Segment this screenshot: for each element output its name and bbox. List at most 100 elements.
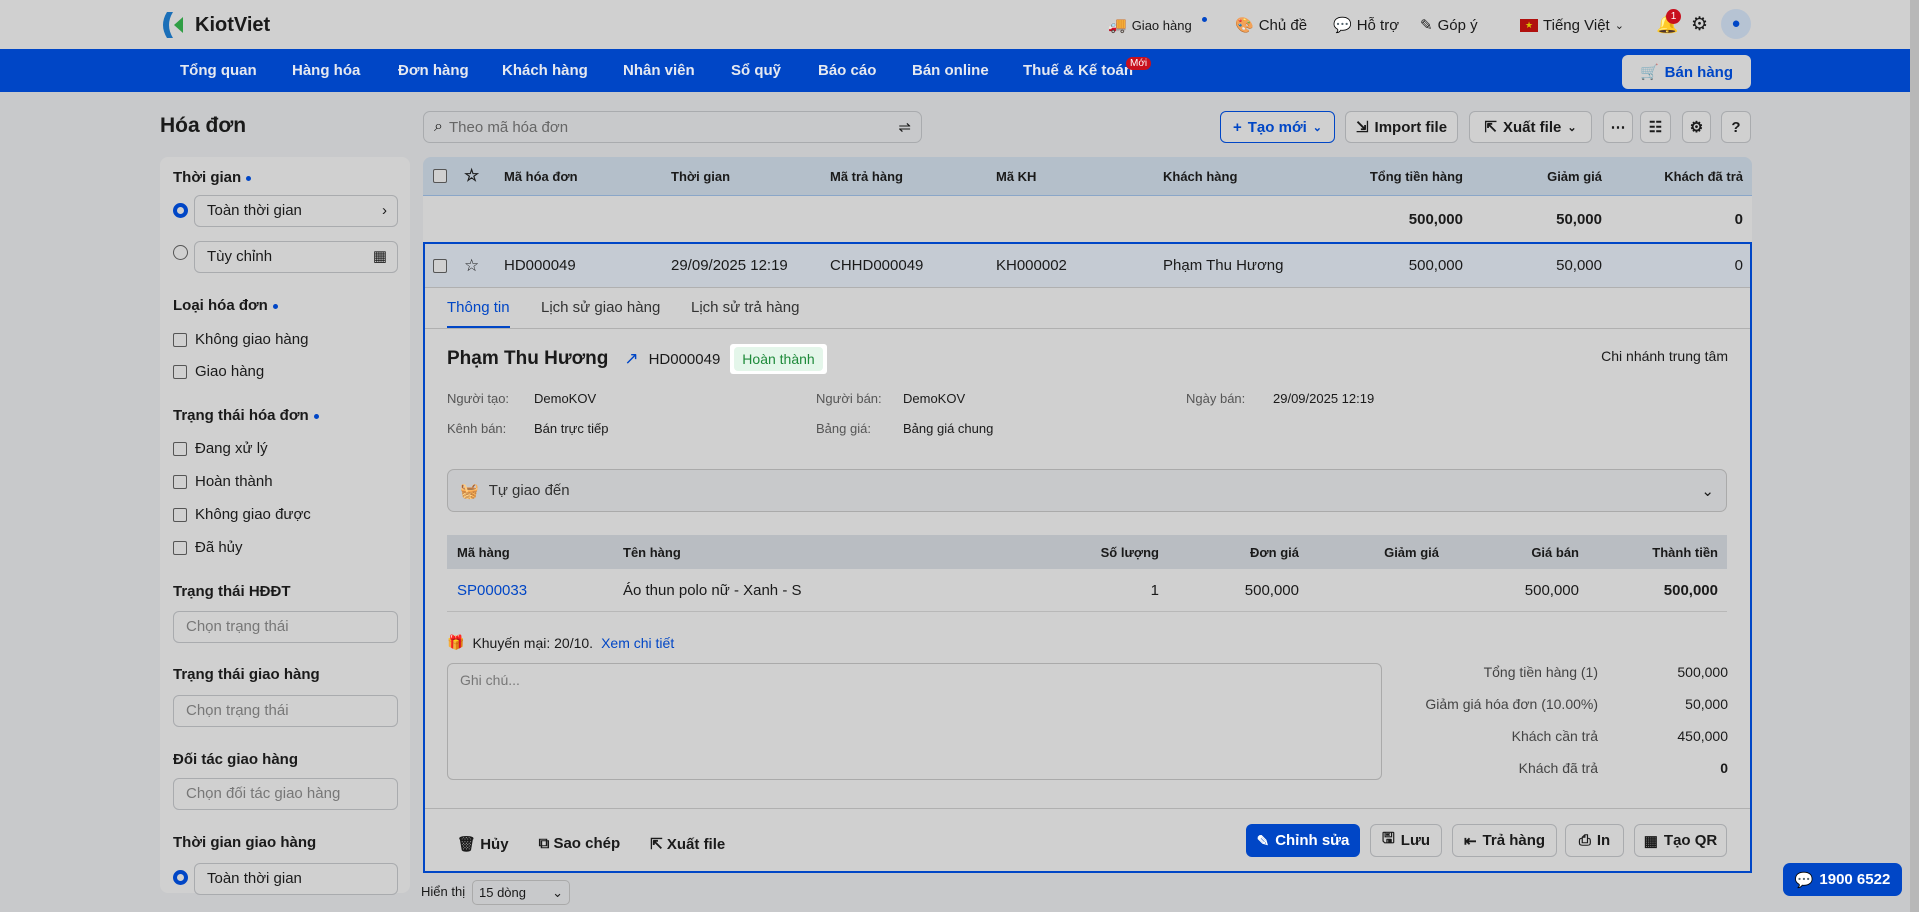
help-button[interactable]: ? — [1721, 111, 1751, 143]
item-row: SP000033 Áo thun polo nữ - Xanh - S 1 50… — [447, 569, 1727, 612]
search-input[interactable]: ⌕ Theo mã hóa đơn ⇌ — [423, 111, 922, 143]
cancel-invoice-button[interactable]: 🗑 Hủy — [457, 835, 509, 853]
item-total: 500,000 — [1663, 581, 1718, 599]
customer-name[interactable]: Phạm Thu Hương — [447, 348, 608, 370]
printer-icon: ⎙ — [1578, 832, 1591, 849]
export-invoice-button[interactable]: ⇱ Xuất file — [650, 835, 725, 853]
settings-button[interactable]: ⚙ — [1682, 111, 1711, 143]
table-row[interactable]: ☆ HD000049 29/09/2025 12:19 CHHD000049 K… — [425, 244, 1750, 288]
item-code-link[interactable]: SP000033 — [457, 569, 527, 611]
sale-date-label: Ngày bán: — [1186, 391, 1246, 406]
sell-button[interactable]: 🛒 Bán hàng — [1622, 55, 1751, 89]
more-button[interactable]: ⋯ — [1603, 111, 1633, 143]
filter-partner-title: Đối tác giao hàng — [173, 751, 299, 768]
feedback-link[interactable]: ✎ Góp ý — [1420, 14, 1478, 36]
pricebook-value: Bảng giá chung — [903, 421, 994, 436]
note-textarea[interactable]: Ghi chú... — [447, 663, 1382, 780]
search-icon: ⌕ — [434, 118, 443, 135]
delivery-link[interactable]: 🚚 Giao hàng — [1108, 14, 1207, 36]
item-qty: 1 — [1150, 581, 1159, 599]
nav-orders[interactable]: Đơn hàng — [398, 49, 469, 92]
nav-online[interactable]: Bán online — [912, 49, 989, 92]
radio-custom[interactable] — [173, 245, 188, 260]
select-all-checkbox[interactable] — [433, 169, 447, 183]
page-scrollbar[interactable] — [1910, 0, 1919, 912]
col-code[interactable]: Mã hóa đơn — [504, 157, 578, 195]
checkbox-failed[interactable]: Không giao được — [173, 506, 311, 523]
nav-reports[interactable]: Báo cáo — [818, 49, 876, 92]
edit-button[interactable]: ✎ Chỉnh sửa — [1246, 824, 1360, 857]
tab-delivery-history[interactable]: Lịch sử giao hàng — [541, 299, 660, 316]
checkbox-delivery[interactable]: Giao hàng — [173, 363, 264, 380]
tab-return-history[interactable]: Lịch sử trả hàng — [691, 299, 799, 316]
delivery-partner-select[interactable]: Chọn đối tác giao hàng — [173, 778, 398, 810]
notifications-button[interactable]: 🔔 1 — [1656, 9, 1681, 35]
star-icon[interactable]: ☆ — [464, 244, 479, 287]
pricebook-label: Bảng giá: — [816, 421, 871, 436]
col-return-code[interactable]: Mã trả hàng — [830, 157, 903, 195]
external-link-icon[interactable]: ↗ — [624, 349, 638, 369]
status-badge: Hoàn thành — [734, 347, 823, 371]
checkbox-no-delivery[interactable]: Không giao hàng — [173, 331, 308, 348]
nav-staff[interactable]: Nhân viên — [623, 49, 695, 92]
einvoice-status-select[interactable]: Chọn trạng thái — [173, 611, 398, 643]
hotline-button[interactable]: 💬 1900 6522 — [1783, 863, 1902, 896]
calendar-icon: ▦ — [372, 248, 387, 265]
columns-button[interactable]: ☷ — [1640, 111, 1671, 143]
nav-tax[interactable]: Thuế & Kế toán — [1023, 49, 1133, 92]
time-all-select[interactable]: Toàn thời gian › — [194, 195, 398, 227]
gear-icon[interactable]: ⚙ — [1691, 13, 1708, 36]
theme-link[interactable]: 🎨 Chủ đề — [1235, 14, 1307, 36]
nav-customers[interactable]: Khách hàng — [502, 49, 588, 92]
create-qr-button[interactable]: ▦ Tạo QR — [1634, 824, 1727, 857]
save-button[interactable]: 🖫 Lưu — [1370, 824, 1442, 857]
radio-delivery-all-time[interactable] — [173, 870, 188, 885]
language-select[interactable]: ★ Tiếng Việt ⌄ — [1520, 14, 1624, 36]
nav-products[interactable]: Hàng hóa — [292, 49, 360, 92]
print-button[interactable]: ⎙ In — [1565, 824, 1624, 857]
filter-delivery-time-title: Thời gian giao hàng — [173, 834, 317, 851]
feedback-icon: ✎ — [1420, 17, 1433, 34]
col-time[interactable]: Thời gian — [671, 157, 730, 195]
export-icon: ⇱ — [1484, 119, 1497, 136]
time-custom-select[interactable]: Tùy chỉnh ▦ — [194, 241, 398, 273]
filter-sliders-icon[interactable]: ⇌ — [898, 118, 911, 136]
pencil-icon: ✎ — [1256, 832, 1270, 850]
ellipsis-icon: ⋯ — [1610, 119, 1626, 136]
row-subtotal: 500,000 — [1408, 257, 1463, 274]
page-size-select[interactable]: 15 dòng ⌄ — [472, 880, 570, 905]
checkbox-completed[interactable]: Hoàn thành — [173, 473, 273, 490]
filter-type-title: Loại hóa đơn — [173, 297, 278, 314]
qr-icon: ▦ — [1643, 832, 1658, 850]
row-checkbox[interactable] — [433, 258, 447, 273]
delivery-status-select[interactable]: Chọn trạng thái — [173, 695, 398, 727]
col-subtotal[interactable]: Tổng tiền hàng — [1370, 157, 1463, 195]
avatar[interactable]: ● — [1721, 9, 1751, 39]
nav-overview[interactable]: Tổng quan — [180, 49, 257, 92]
col-customer[interactable]: Khách hàng — [1163, 157, 1237, 195]
import-button[interactable]: ⇲ Import file — [1345, 111, 1458, 143]
logo[interactable]: KiotViet — [159, 10, 270, 40]
export-button[interactable]: ⇱ Xuất file ⌄ — [1469, 111, 1592, 143]
tab-info[interactable]: Thông tin — [447, 299, 510, 328]
delivery-time-select[interactable]: Toàn thời gian — [194, 863, 398, 895]
copy-button[interactable]: ⧉ Sao chép — [539, 835, 621, 853]
star-icon[interactable]: ☆ — [464, 157, 479, 195]
chevron-down-icon: ⌄ — [1312, 121, 1322, 134]
delivery-section[interactable]: 🧺 Tự giao đến ⌄ — [447, 469, 1727, 512]
nav-cashbook[interactable]: Sổ quỹ — [731, 49, 781, 92]
checkbox-processing[interactable]: Đang xử lý — [173, 440, 268, 457]
radio-all-time[interactable] — [173, 203, 188, 218]
create-button[interactable]: + Tạo mới ⌄ — [1220, 111, 1335, 143]
support-link[interactable]: 💬 Hỗ trợ — [1333, 14, 1399, 36]
promo-detail-link[interactable]: Xem chi tiết — [601, 635, 674, 651]
col-customer-code[interactable]: Mã KH — [996, 157, 1036, 195]
checkbox-cancelled[interactable]: Đã hủy — [173, 539, 243, 556]
creator-value: DemoKOV — [534, 391, 597, 406]
new-badge: Mới — [1126, 57, 1152, 70]
return-button[interactable]: ⇤ Trả hàng — [1452, 824, 1557, 857]
col-discount[interactable]: Giảm giá — [1547, 157, 1602, 195]
notification-count: 1 — [1666, 9, 1681, 24]
col-paid[interactable]: Khách đã trả — [1664, 157, 1743, 195]
chevron-down-icon: ⌄ — [1614, 19, 1624, 32]
